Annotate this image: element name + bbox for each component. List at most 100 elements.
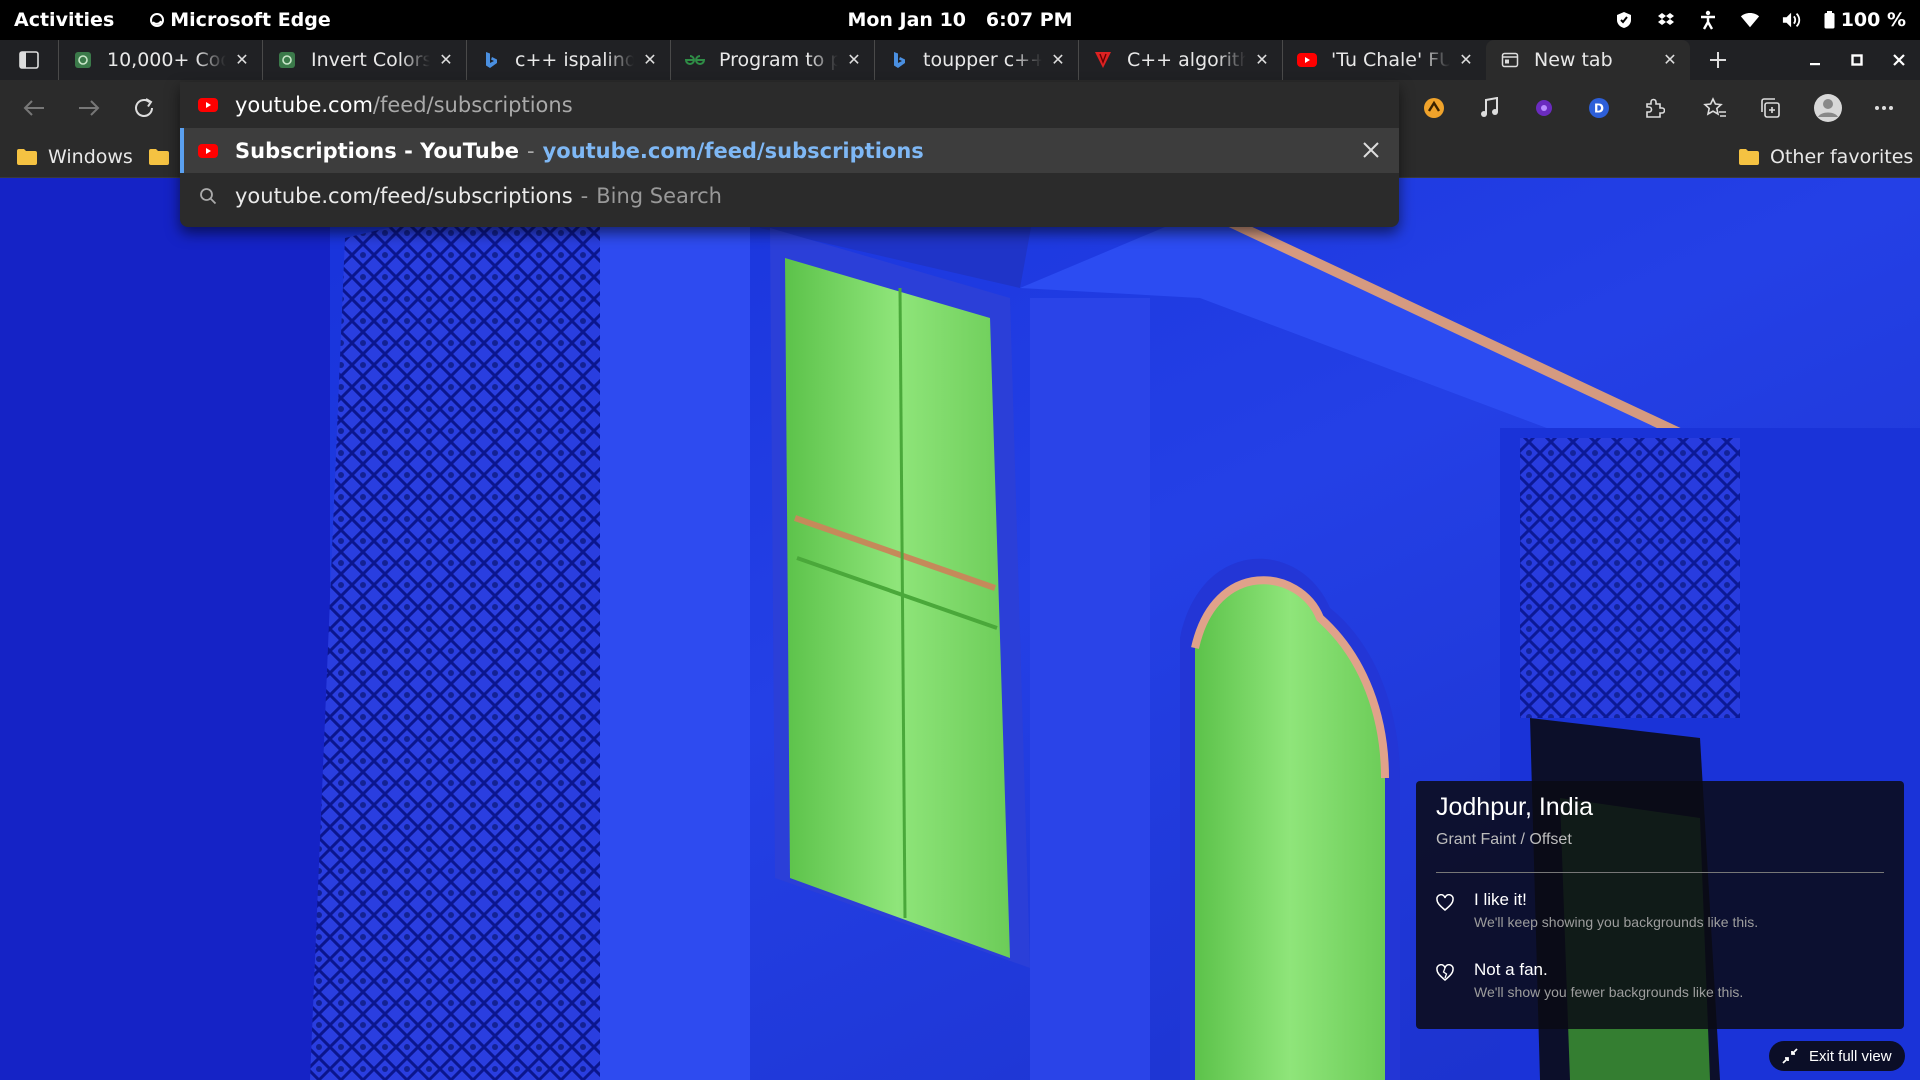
music-extension-button[interactable] xyxy=(1467,80,1511,136)
star-list-icon xyxy=(1703,97,1726,117)
profile-button[interactable] xyxy=(1806,80,1850,136)
refresh-icon xyxy=(135,98,153,117)
purple-orb-icon xyxy=(1536,100,1552,116)
close-window-button[interactable] xyxy=(1878,40,1920,80)
close-tab-icon[interactable]: ✕ xyxy=(1662,52,1678,68)
divider xyxy=(1436,872,1884,873)
tab-title: C++ algorithm xyxy=(1127,49,1246,71)
background-credit[interactable]: Grant Faint / Offset xyxy=(1436,831,1572,849)
exit-full-view-button[interactable]: Exit full view xyxy=(1769,1041,1905,1071)
dislike-background-option[interactable]: Not a fan. We'll show you fewer backgrou… xyxy=(1436,960,1876,1010)
dislike-label: Not a fan. xyxy=(1474,960,1548,979)
broken-heart-icon xyxy=(1436,964,1454,981)
suggestion-bing-search[interactable]: youtube.com/feed/subscriptions - Bing Se… xyxy=(180,173,1399,218)
close-tab-icon[interactable]: ✕ xyxy=(1458,52,1474,68)
tab-cpp-algorithm[interactable]: C++ algorithm ✕ xyxy=(1078,40,1282,80)
arrow-right-icon xyxy=(79,100,100,116)
background-location[interactable]: Jodhpur, India xyxy=(1436,793,1593,822)
close-tab-icon[interactable]: ✕ xyxy=(234,52,250,68)
heart-icon xyxy=(1436,894,1454,911)
tab-title: 'Tu Chale' FULL xyxy=(1331,49,1450,71)
tab-title: Program to print xyxy=(719,49,838,71)
code-site-icon xyxy=(277,50,297,70)
extension-orange-button[interactable] xyxy=(1412,80,1456,136)
window-controls xyxy=(1794,40,1920,80)
search-query: youtube.com/feed/subscriptions xyxy=(235,183,573,208)
tab-ispalindrome[interactable]: c++ ispalindrome ✕ xyxy=(466,40,670,80)
purple-extension-button[interactable] xyxy=(1522,80,1566,136)
suggestion-subscriptions[interactable]: Subscriptions - YouTube - youtube.com/fe… xyxy=(180,128,1399,173)
tab-coding[interactable]: 10,000+ Coding ✕ xyxy=(58,40,262,80)
battery-indicator[interactable]: 100 % xyxy=(1824,9,1906,31)
youtube-icon xyxy=(195,143,221,158)
clock[interactable]: Mon Jan 10 6:07 PM xyxy=(847,9,1072,31)
close-tab-icon[interactable]: ✕ xyxy=(846,52,862,68)
bookmark-folder-unnamed[interactable] xyxy=(148,136,170,177)
newtab-icon xyxy=(1500,50,1520,70)
tab-invert-colors[interactable]: Invert Colors ✕ xyxy=(262,40,466,80)
maximize-button[interactable] xyxy=(1836,40,1878,80)
folder-icon xyxy=(1739,148,1759,165)
close-tab-icon[interactable]: ✕ xyxy=(1050,52,1066,68)
new-tab-button[interactable] xyxy=(1690,40,1746,80)
tab-new-tab[interactable]: New tab ✕ xyxy=(1486,40,1690,80)
battery-icon xyxy=(1824,11,1835,29)
app-name: Microsoft Edge xyxy=(170,9,331,31)
tab-actions-icon xyxy=(19,51,39,69)
collections-icon xyxy=(1761,98,1780,118)
tab-toupper[interactable]: toupper c++ - ✕ xyxy=(874,40,1078,80)
close-tab-icon[interactable]: ✕ xyxy=(438,52,454,68)
address-bar-path: /feed/subscriptions xyxy=(372,92,573,117)
orange-extension-icon xyxy=(1424,98,1444,118)
avatar-icon xyxy=(1814,94,1842,122)
like-background-option[interactable]: I like it! We'll keep showing you backgr… xyxy=(1436,890,1876,940)
bookmark-folder-other-favorites[interactable]: Other favorites xyxy=(1738,136,1913,177)
tab-strip: 10,000+ Coding ✕ Invert Colors ✕ c++ isp… xyxy=(0,40,1920,80)
refresh-button[interactable] xyxy=(122,80,166,136)
search-engine-label: Bing Search xyxy=(596,183,722,208)
dropbox-icon[interactable] xyxy=(1656,10,1676,30)
code-site-icon xyxy=(73,50,93,70)
collections-button[interactable] xyxy=(1748,80,1792,136)
tab-program-to-print[interactable]: Program to print ✕ xyxy=(670,40,874,80)
tab-actions-button[interactable] xyxy=(0,40,58,80)
wifi-icon[interactable] xyxy=(1740,10,1760,30)
accessibility-icon[interactable] xyxy=(1698,10,1718,30)
tab-title: Invert Colors xyxy=(311,49,430,71)
gfg-icon xyxy=(685,50,705,70)
red-v-icon xyxy=(1093,50,1113,70)
minimize-button[interactable] xyxy=(1794,40,1836,80)
minimize-icon xyxy=(1810,63,1820,66)
remove-suggestion-button[interactable] xyxy=(1361,140,1381,160)
app-menu[interactable]: Microsoft Edge xyxy=(150,9,331,31)
folder-icon xyxy=(17,148,37,165)
tab-title: New tab xyxy=(1534,49,1613,71)
forward-button[interactable] xyxy=(67,80,111,136)
suggestion-title: Subscriptions - YouTube xyxy=(235,138,519,163)
close-tab-icon[interactable]: ✕ xyxy=(642,52,658,68)
favorites-button[interactable] xyxy=(1693,80,1737,136)
suggestion-url: youtube.com/feed/subscriptions xyxy=(542,138,924,163)
address-bar-input[interactable]: youtube.com/feed/subscriptions xyxy=(180,82,1399,127)
extensions-button[interactable] xyxy=(1632,80,1676,136)
volume-icon[interactable] xyxy=(1782,10,1802,30)
system-tray[interactable]: 100 % xyxy=(1614,0,1906,40)
d-badge-icon: D xyxy=(1589,98,1609,118)
dislike-description: We'll show you fewer backgrounds like th… xyxy=(1474,984,1744,1000)
tab-tu-chale[interactable]: 'Tu Chale' FULL ✕ xyxy=(1282,40,1486,80)
collapse-arrows-icon xyxy=(1782,1048,1798,1064)
back-button[interactable] xyxy=(12,80,56,136)
d-extension-button[interactable]: D xyxy=(1577,80,1621,136)
vpn-shield-icon[interactable] xyxy=(1614,10,1634,30)
address-bar-dropdown: youtube.com/feed/subscriptions Subscript… xyxy=(180,82,1399,227)
bookmark-folder-windows[interactable]: Windows xyxy=(16,136,133,177)
music-note-icon xyxy=(1481,97,1498,117)
activities-button[interactable]: Activities xyxy=(14,9,114,31)
youtube-icon xyxy=(1297,50,1317,70)
settings-more-button[interactable] xyxy=(1862,80,1906,136)
svg-text:D: D xyxy=(1594,102,1604,116)
more-dots-icon xyxy=(1875,106,1893,110)
close-tab-icon[interactable]: ✕ xyxy=(1254,52,1270,68)
tab-title: 10,000+ Coding xyxy=(107,49,226,71)
suggestion-separator: - xyxy=(527,138,535,163)
